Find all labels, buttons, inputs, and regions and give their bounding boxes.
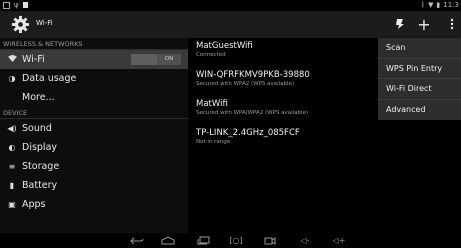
overflow-menu: Scan WPS Pin Entry Wi-Fi Direct Advanced <box>378 38 461 120</box>
screenshot-icon[interactable]: [○] <box>228 234 244 247</box>
network-item[interactable]: TP-LINK_2.4GHz_085FCF Not in range <box>196 125 461 154</box>
data-usage-icon: ◑ <box>8 74 16 83</box>
sidebar-item-storage[interactable]: ≡ Storage <box>0 157 188 176</box>
back-icon[interactable] <box>129 234 145 247</box>
sidebar-item-wifi[interactable]: Wi-Fi ON <box>0 50 188 69</box>
sidebar-item-label: Storage <box>22 161 60 172</box>
sidebar-item-data-usage[interactable]: ◑ Data usage <box>0 69 188 88</box>
storage-icon: ≡ <box>8 162 16 171</box>
settings-sidebar: WIRELESS & NETWORKS Wi-Fi ON ◑ Data usag… <box>0 38 188 233</box>
display-icon: ◐ <box>8 143 16 152</box>
wifi-toggle[interactable]: ON <box>131 54 181 65</box>
add-icon[interactable]: + <box>415 15 433 34</box>
wps-push-icon[interactable] <box>391 15 409 33</box>
menu-item-wifi-direct[interactable]: Wi-Fi Direct <box>378 79 461 100</box>
settings-gear-icon[interactable] <box>11 15 30 34</box>
sidebar-item-label: Data usage <box>22 73 77 84</box>
menu-item-advanced[interactable]: Advanced <box>378 100 461 121</box>
wifi-icon <box>4 55 20 64</box>
page-title: Wi-Fi <box>36 19 53 27</box>
volume-down-icon[interactable]: ◁- <box>298 234 312 247</box>
network-status: Not in range <box>196 139 231 145</box>
sidebar-item-label: Display <box>22 142 58 153</box>
usb-icon: ψ <box>14 1 19 9</box>
overflow-menu-icon[interactable] <box>443 15 461 33</box>
home-icon[interactable] <box>160 234 176 247</box>
sidebar-item-label: Battery <box>22 180 58 191</box>
square-icon <box>22 2 28 8</box>
recents-icon[interactable] <box>195 234 211 247</box>
network-ssid: TP-LINK_2.4GHz_085FCF <box>196 128 300 138</box>
toggle-thumb <box>131 54 157 65</box>
sound-icon: ◀) <box>7 124 17 133</box>
sidebar-item-battery[interactable]: ▮ Battery <box>0 176 188 195</box>
apps-icon: ▣ <box>8 200 16 209</box>
menu-item-scan[interactable]: Scan <box>378 38 461 59</box>
action-bar: Wi-Fi + <box>0 11 461 38</box>
notification-square-icon <box>3 1 10 9</box>
sidebar-item-label: More... <box>22 92 55 103</box>
camera-icon[interactable] <box>263 234 277 247</box>
sidebar-item-sound[interactable]: ◀) Sound <box>0 119 188 138</box>
sidebar-item-label: Apps <box>22 199 46 210</box>
status-bar: ψ ᛒ ▼ ▮ 11:3 <box>0 0 461 11</box>
battery-icon: ▮ <box>436 1 441 9</box>
battery-icon: ▮ <box>9 181 15 190</box>
sidebar-item-more[interactable]: More... <box>0 88 188 107</box>
sidebar-item-apps[interactable]: ▣ Apps <box>0 195 188 214</box>
system-nav-bar: [○] ◁- ◁+ <box>0 233 461 248</box>
menu-item-wps-pin-entry[interactable]: WPS Pin Entry <box>378 59 461 79</box>
sidebar-item-label: Wi-Fi <box>22 54 45 65</box>
section-header-device: DEVICE <box>0 107 188 119</box>
bluetooth-icon: ᛒ <box>420 1 426 9</box>
clock: 11:3 <box>443 1 459 9</box>
wifi-signal-icon: ▼ <box>428 1 434 9</box>
sidebar-item-display[interactable]: ◐ Display <box>0 138 188 157</box>
volume-up-icon[interactable]: ◁+ <box>332 234 346 247</box>
sidebar-item-label: Sound <box>22 123 52 134</box>
toggle-state-label: ON <box>164 56 174 62</box>
section-header-wireless: WIRELESS & NETWORKS <box>0 38 188 50</box>
